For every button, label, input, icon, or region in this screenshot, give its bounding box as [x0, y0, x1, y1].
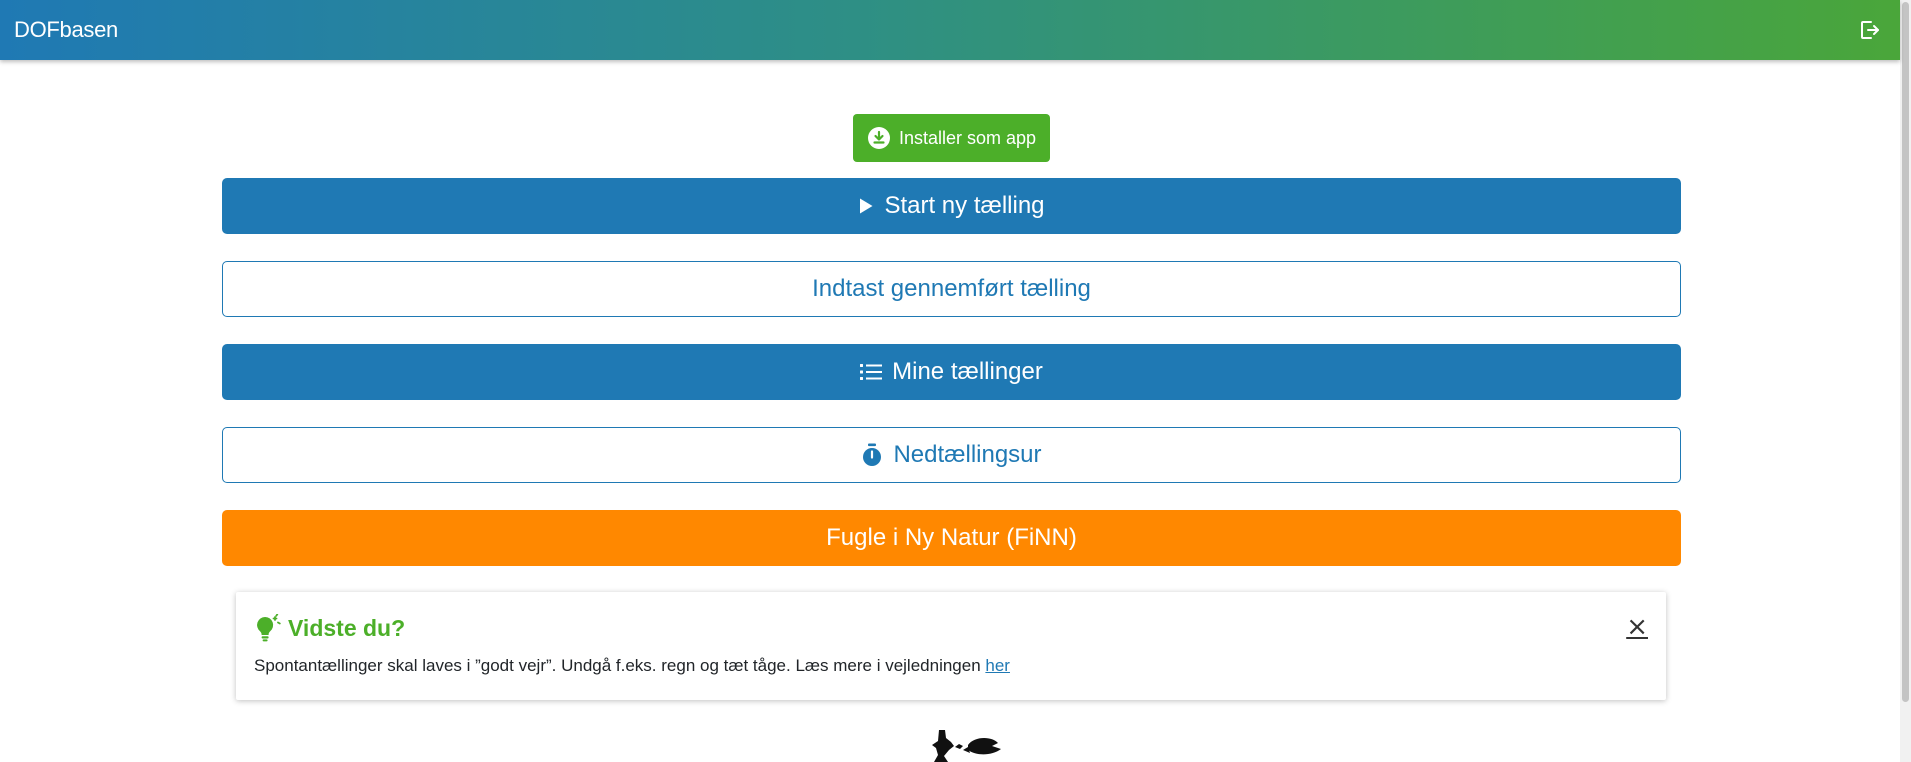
close-tip-button[interactable]: ×	[1626, 614, 1648, 640]
tip-text: Spontantællinger skal laves i ”godt vejr…	[254, 656, 1648, 676]
tip-read-more-link[interactable]: her	[985, 656, 1010, 675]
top-navbar: DOFbasen	[0, 0, 1900, 60]
play-icon	[860, 198, 873, 214]
vertical-scrollbar[interactable]	[1900, 0, 1911, 762]
enter-completed-count-button[interactable]: Indtast gennemført tælling	[222, 261, 1681, 317]
list-icon	[860, 364, 883, 380]
page: DOFbasen Installer som app Start ny tæll…	[0, 0, 1911, 762]
scrollbar-thumb[interactable]	[1902, 2, 1909, 702]
brand-title[interactable]: DOFbasen	[14, 17, 118, 43]
finn-label: Fugle i Ny Natur (FiNN)	[826, 524, 1077, 551]
bird-logo-icon	[932, 730, 1001, 762]
download-circle-icon	[867, 127, 890, 149]
lightbulb-icon	[257, 614, 281, 642]
countdown-timer-button[interactable]: Nedtællingsur	[222, 427, 1681, 483]
install-app-button[interactable]: Installer som app	[852, 114, 1051, 162]
tip-body: Spontantællinger skal laves i ”godt vejr…	[254, 656, 986, 675]
install-app-label: Installer som app	[898, 127, 1037, 148]
did-you-know-card: Vidste du? Spontantællinger skal laves i…	[236, 592, 1666, 700]
install-wrapper: Installer som app	[222, 114, 1681, 162]
main-content: Installer som app Start ny tælling Indta…	[222, 114, 1681, 593]
tip-title: Vidste du?	[288, 614, 406, 641]
stopwatch-icon	[863, 443, 882, 466]
finn-button[interactable]: Fugle i Ny Natur (FiNN)	[222, 510, 1681, 566]
logout-icon	[1861, 21, 1879, 39]
start-new-count-button[interactable]: Start ny tælling	[222, 178, 1681, 234]
logout-button[interactable]	[1852, 13, 1886, 47]
my-counts-label: Mine tællinger	[892, 358, 1043, 385]
countdown-timer-label: Nedtællingsur	[893, 441, 1042, 468]
tip-heading: Vidste du?	[254, 614, 1648, 642]
my-counts-button[interactable]: Mine tællinger	[222, 344, 1681, 400]
start-new-count-label: Start ny tælling	[884, 192, 1045, 219]
enter-completed-count-label: Indtast gennemført tælling	[812, 275, 1091, 302]
